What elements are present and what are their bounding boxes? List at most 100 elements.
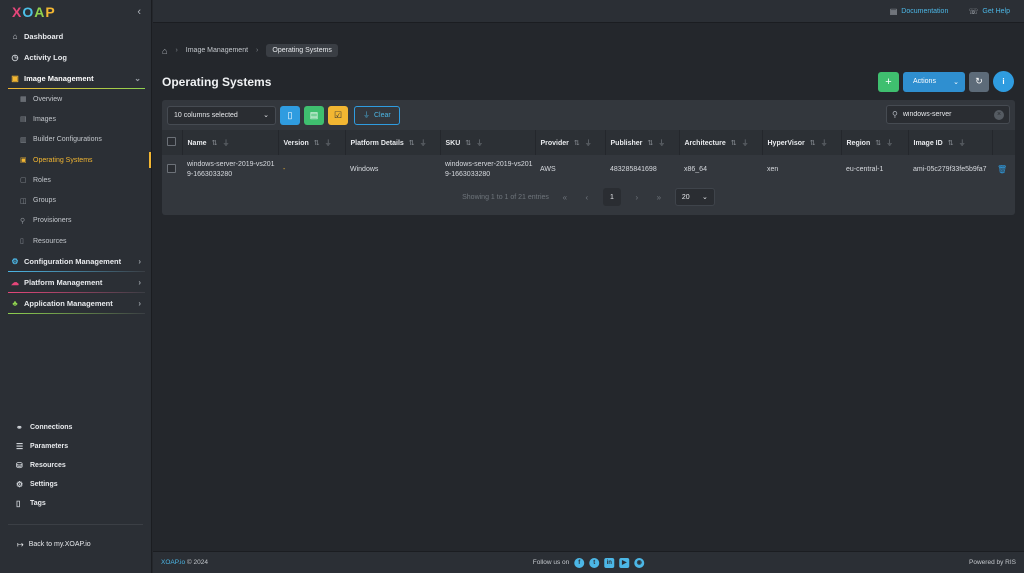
col-region[interactable]: Region ⇅ ⏚ [841,130,909,155]
clear-label: Clear [374,111,391,119]
github-icon[interactable]: ◉ [634,557,645,568]
filter-icon[interactable]: ⏚ [658,140,665,147]
clear-filters-button[interactable]: ⏚ Clear [354,105,400,125]
clear-search-icon[interactable]: × [994,109,1004,120]
facebook-icon[interactable]: f [574,557,585,568]
sidebar-item-connections[interactable]: ⚭ Connections [0,418,151,437]
sidebar-item-platform-management[interactable]: ☁ Platform Management › [0,272,151,294]
filter-icon[interactable]: ⏚ [959,140,966,147]
filter-icon[interactable]: ⏚ [886,140,893,147]
roles-icon: ▢ [20,177,27,185]
col-publisher[interactable]: Publisher ⇅ ⏚ [605,130,680,155]
sort-icon[interactable]: ⇅ [731,140,737,147]
filter-icon[interactable]: ⏚ [585,140,592,147]
sidebar-item-application-management[interactable]: ♣ Application Management › [0,293,151,315]
next-page-icon[interactable]: › [631,193,643,202]
col-image-id[interactable]: Image ID ⇅ ⏚ [908,130,993,155]
footer-brand-link[interactable]: XOAP.io [161,559,185,566]
clock-icon: ◷ [11,53,19,62]
info-button[interactable]: i [993,71,1014,92]
sidebar-sub-images[interactable]: ▤ Images [0,109,151,129]
col-sku[interactable]: SKU ⇅ ⏚ [440,130,536,155]
sidebar-item-activity-log[interactable]: ◷ Activity Log [0,47,151,68]
filter-icon[interactable]: ⏚ [742,140,749,147]
documentation-link[interactable]: ▤ Documentation [890,7,949,16]
chevron-right-icon: › [138,257,141,267]
sort-icon[interactable]: ⇅ [212,140,218,147]
col-version[interactable]: Version ⇅ ⏚ [278,130,346,155]
select-button[interactable]: ☑ [328,105,348,125]
sidebar-sub-roles[interactable]: ▢ Roles [0,170,151,190]
select-all-checkbox[interactable] [167,137,176,146]
table-row[interactable]: windows-server-2019-vs2019-1663033280 - … [162,155,1015,185]
follow-label: Follow us on [532,559,570,566]
col-hypervisor[interactable]: HyperVisor ⇅ ⏚ [762,130,842,155]
sidebar-sub-provisioners[interactable]: ⚲ Provisioners [0,211,151,231]
search-icon: ⚲ [892,110,898,119]
col-name[interactable]: Name ⇅ ⏚ [182,130,279,155]
filter-icon[interactable]: ⏚ [420,140,427,147]
sidebar-item-resources[interactable]: ⛁ Resources [0,456,151,475]
sort-icon[interactable]: ⇅ [810,140,816,147]
sidebar-item-label: Settings [30,481,58,488]
sidebar-sub-resources[interactable]: ▯ Resources [0,231,151,251]
last-page-icon[interactable]: » [653,193,665,202]
sidebar-item-image-management[interactable]: ▣ Image Management ⌄ [0,68,151,89]
filter-icon[interactable]: ⏚ [222,140,229,147]
sidebar-sub-overview[interactable]: ▦ Overview [0,89,151,109]
powered-by: Powered by RIS [969,559,1016,566]
sidebar-nav: ⌂ Dashboard ◷ Activity Log ▣ Image Manag… [0,26,151,315]
sort-icon[interactable]: ⇅ [647,140,653,147]
sidebar-item-label: Dashboard [24,32,64,41]
breadcrumb-image-management[interactable]: Image Management [186,47,248,54]
sort-icon[interactable]: ⇅ [409,140,415,147]
prev-page-icon[interactable]: ‹ [581,193,593,202]
file-icon: ▯ [287,109,293,120]
search-input[interactable] [902,111,989,118]
page-size-select[interactable]: 20 ⌄ [674,188,715,206]
filter-icon[interactable]: ⏚ [325,140,332,147]
collapse-sidebar-icon[interactable]: ‹ [137,6,141,18]
twitter-icon[interactable]: t [589,557,600,568]
sort-icon[interactable]: ⇅ [948,140,954,147]
home-icon[interactable]: ⌂ [162,46,167,56]
back-link-label: Back to my.XOAP.io [28,541,91,548]
export-excel-button[interactable]: ▤ [304,105,324,125]
cell-name: windows-server-2019-vs2019-1663033280 [187,161,275,178]
get-help-link[interactable]: ☏ Get Help [968,7,1010,16]
actions-dropdown[interactable]: Actions ⌄ [903,71,965,92]
cell-publisher: 483285841698 [610,166,657,173]
col-architecture[interactable]: Architecture ⇅ ⏚ [679,130,763,155]
sidebar-item-settings[interactable]: ⚙ Settings [0,475,151,494]
sort-icon[interactable]: ⇅ [465,140,471,147]
xoap-logo[interactable]: X O A P [12,4,56,20]
sidebar-item-dashboard[interactable]: ⌂ Dashboard [0,26,151,47]
back-to-xoap-link[interactable]: ↦ Back to my.XOAP.io [17,540,91,549]
sidebar-item-parameters[interactable]: ☰ Parameters [0,437,151,456]
sidebar-sub-operating-systems[interactable]: ▣ Operating Systems [0,150,151,170]
page-number-button[interactable]: 1 [602,188,621,206]
checkbox-icon: ☑ [333,109,343,120]
sidebar-sub-groups[interactable]: ◫ Groups [0,190,151,210]
col-platform-details[interactable]: Platform Details ⇅ ⏚ [345,130,441,155]
filter-icon[interactable]: ⏚ [821,140,828,147]
export-csv-button[interactable]: ▯ [280,105,300,125]
chevron-down-icon: ⌄ [702,194,708,201]
sort-icon[interactable]: ⇅ [574,140,580,147]
sort-icon[interactable]: ⇅ [875,140,881,147]
sidebar-item-tags[interactable]: ▯ Tags [0,494,151,513]
logout-icon: ↦ [17,540,24,549]
trash-icon[interactable]: 🗑 [997,165,1007,174]
filter-icon[interactable]: ⏚ [476,140,483,147]
row-checkbox[interactable] [167,163,176,173]
youtube-icon[interactable]: ▶ [619,557,630,568]
sort-icon[interactable]: ⇅ [314,140,320,147]
sidebar-sub-builder-configurations[interactable]: ▥ Builder Configurations [0,130,151,150]
add-button[interactable]: + [878,71,899,92]
first-page-icon[interactable]: « [559,193,571,202]
column-selector[interactable]: 10 columns selected ⌄ [167,105,276,125]
linkedin-icon[interactable]: in [604,557,615,568]
sidebar-item-configuration-management[interactable]: ⚙ Configuration Management › [0,251,151,273]
refresh-button[interactable]: ↻ [969,71,989,92]
col-provider[interactable]: Provider ⇅ ⏚ [535,130,606,155]
